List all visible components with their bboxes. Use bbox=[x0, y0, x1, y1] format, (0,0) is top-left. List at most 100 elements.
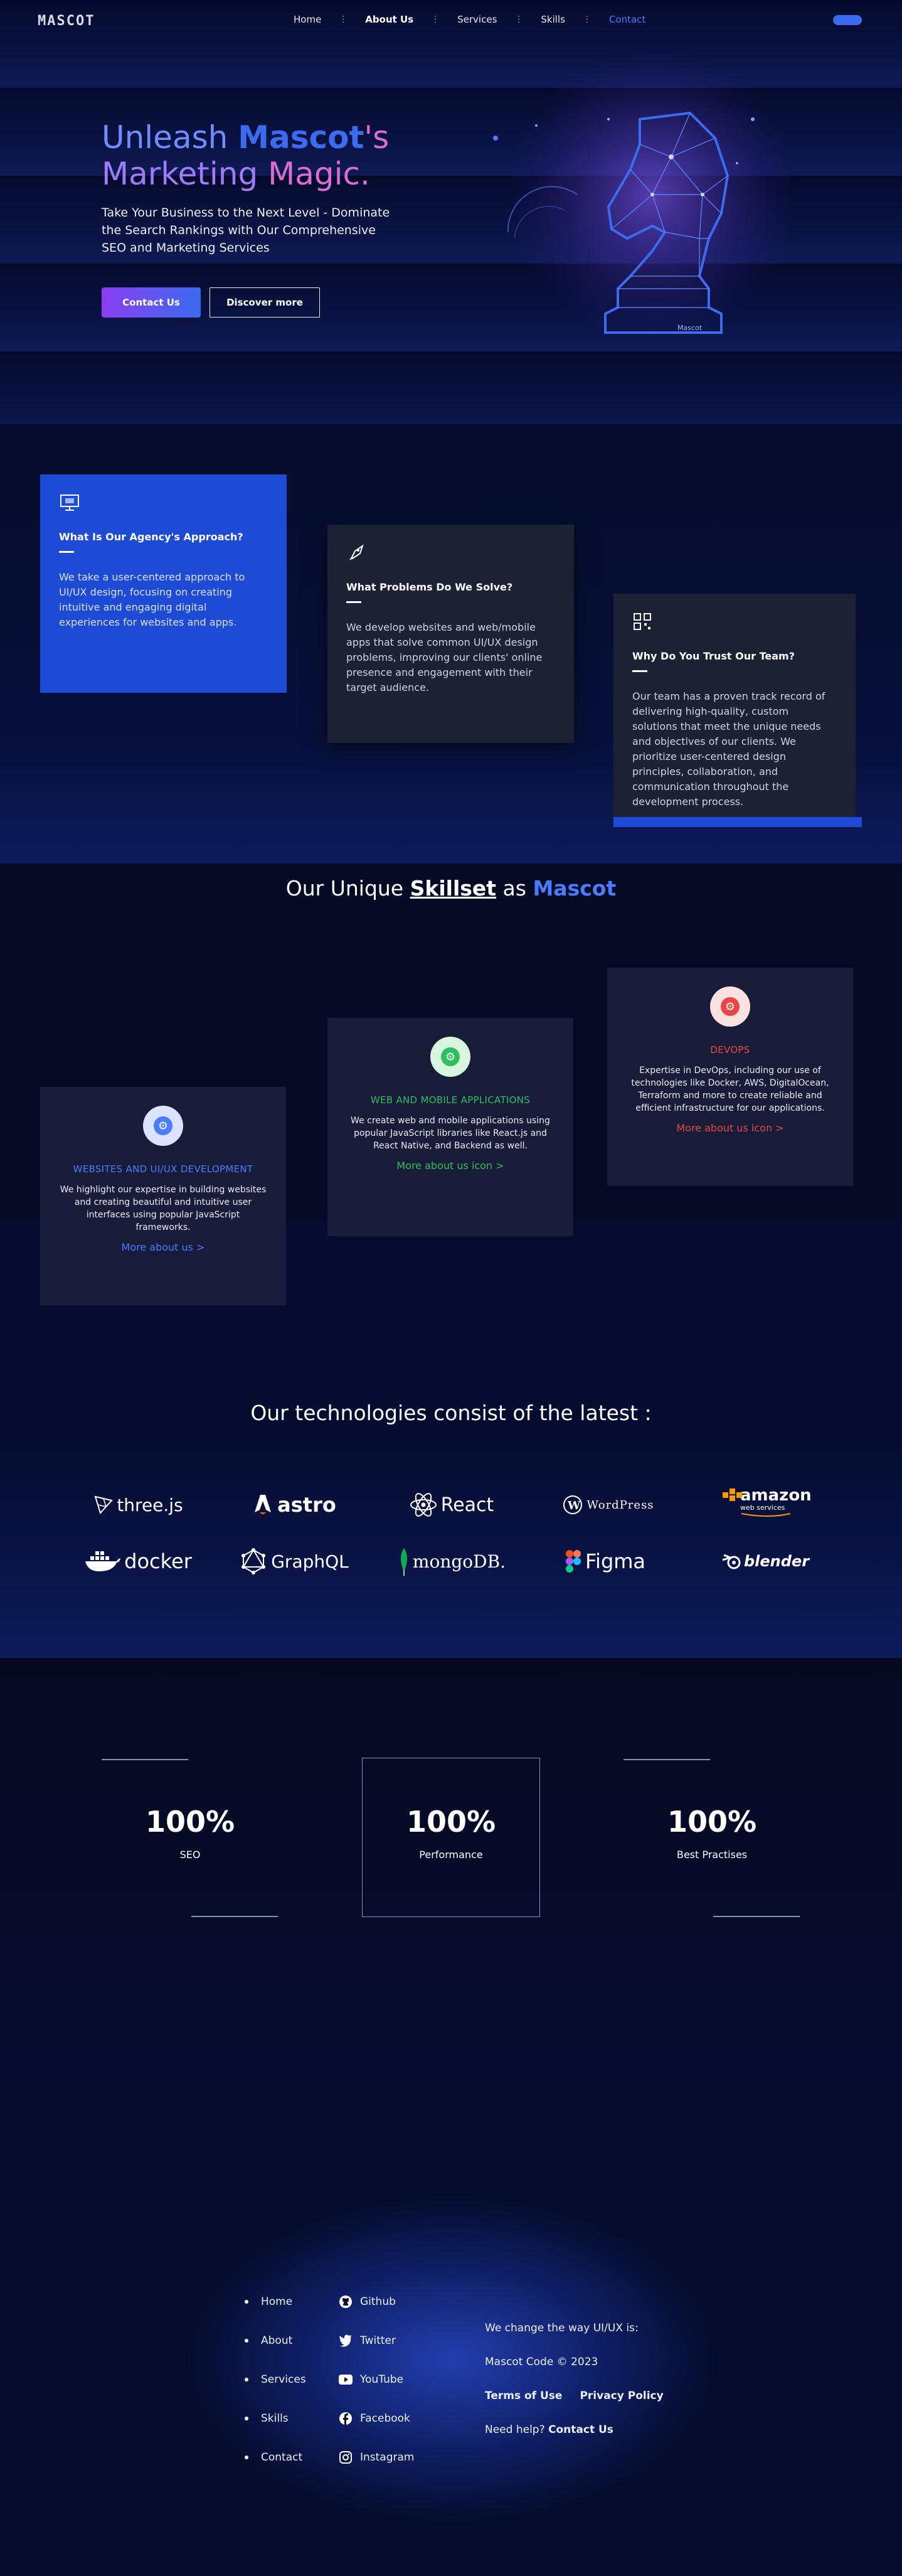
footer-link-about[interactable]: About bbox=[245, 2321, 306, 2360]
page: MASCOT Home ⋮ About Us ⋮ Services ⋮ Skil… bbox=[0, 0, 902, 2576]
social-instagram[interactable]: Instagram bbox=[339, 2438, 415, 2477]
nav-home[interactable]: Home bbox=[276, 14, 339, 25]
nav-menu: Home ⋮ About Us ⋮ Services ⋮ Skills ⋮ Co… bbox=[276, 14, 663, 25]
help-label: Need help? bbox=[485, 2424, 545, 2436]
social-label: Github bbox=[360, 2295, 396, 2308]
skillset-title-part: Our Unique bbox=[285, 876, 410, 901]
social-label: Instagram bbox=[360, 2451, 415, 2464]
graphql-label: GraphQL bbox=[271, 1551, 349, 1572]
social-youtube[interactable]: YouTube bbox=[339, 2360, 415, 2399]
approach-card-text: Our team has a proven track record of de… bbox=[632, 690, 825, 808]
bullet bbox=[245, 2300, 248, 2304]
docker-label: docker bbox=[124, 1549, 192, 1573]
footer-link-skills[interactable]: Skills bbox=[245, 2399, 306, 2438]
instagram-icon bbox=[339, 2450, 353, 2464]
react-label: React bbox=[440, 1494, 494, 1516]
hero-title-part: Unleash bbox=[102, 119, 238, 156]
aws-cubes-icon bbox=[723, 1488, 742, 1501]
social-label: Twitter bbox=[360, 2334, 396, 2347]
approach-card-3: Why Do You Trust Our Team? Our team has … bbox=[613, 594, 856, 817]
nav-services[interactable]: Services bbox=[440, 14, 514, 25]
contact-us-button[interactable]: Contact Us bbox=[102, 287, 201, 318]
approach-card-3-shadow bbox=[613, 817, 862, 827]
github-icon bbox=[339, 2295, 353, 2309]
social-github[interactable]: Github bbox=[339, 2282, 415, 2321]
terms-link[interactable]: Terms of Use bbox=[485, 2390, 562, 2402]
figma-logo: Figma bbox=[555, 1542, 655, 1580]
skill-card-web: ⚙ WEBSITES AND UI/UX DEVELOPMENT We high… bbox=[40, 1087, 286, 1305]
qr-icon bbox=[634, 613, 651, 630]
hero-title-part: 's bbox=[364, 119, 390, 156]
tech-title: Our technologies consist of the latest : bbox=[250, 1401, 652, 1425]
skillset-title-part: as bbox=[496, 876, 533, 901]
approach-card-title: What Is Our Agency's Approach? bbox=[59, 531, 243, 543]
footer-link-label: Services bbox=[261, 2373, 306, 2386]
nav-skills[interactable]: Skills bbox=[523, 14, 583, 25]
stat-divider bbox=[623, 1759, 710, 1760]
approach-card-2: What Problems Do We Solve? We develop we… bbox=[327, 525, 574, 743]
skill-card-text: We highlight our expertise in building w… bbox=[60, 1185, 267, 1232]
blender-icon bbox=[722, 1554, 741, 1569]
nav-contact[interactable]: Contact bbox=[592, 14, 663, 25]
nav-about[interactable]: About Us bbox=[348, 14, 431, 25]
blender-label: blender bbox=[743, 1553, 810, 1570]
skillset-title: Our Unique Skillset as Mascot bbox=[0, 876, 902, 901]
monitor-icon bbox=[60, 494, 79, 511]
discover-more-button[interactable]: Discover more bbox=[210, 287, 320, 318]
chess-knight-illustration: Mascot bbox=[493, 50, 790, 339]
wordpress-icon: W bbox=[563, 1495, 583, 1514]
footer-links: Home About Services Skills Contact bbox=[245, 2282, 306, 2477]
aws-sublabel: web services bbox=[740, 1504, 785, 1512]
skill-card-title: DEVOPS bbox=[710, 1044, 750, 1056]
youtube-icon bbox=[339, 2373, 353, 2386]
stat-value: 100% bbox=[145, 1805, 235, 1839]
menu-toggle-button[interactable] bbox=[833, 15, 862, 25]
skill-card-link[interactable]: More about us > bbox=[40, 1241, 286, 1253]
footer-link-home[interactable]: Home bbox=[245, 2282, 306, 2321]
social-twitter[interactable]: Twitter bbox=[339, 2321, 415, 2360]
stat-divider bbox=[102, 1759, 188, 1760]
mongodb-logo: mongoDB. bbox=[389, 1542, 514, 1580]
hero-art-label: Mascot bbox=[677, 324, 703, 332]
footer-help: Need help? Contact Us bbox=[485, 2424, 664, 2436]
docker-logo: docker bbox=[75, 1542, 201, 1580]
aws-smile-icon bbox=[741, 1513, 791, 1517]
approach-card-title: What Problems Do We Solve? bbox=[346, 581, 513, 593]
threejs-logo: three.js bbox=[88, 1486, 188, 1524]
title-underline bbox=[632, 670, 647, 672]
bullet bbox=[245, 2417, 248, 2420]
mongodb-label: mongoDB. bbox=[412, 1551, 506, 1572]
bullet bbox=[245, 2339, 248, 2343]
skill-card-link[interactable]: More about us icon > bbox=[327, 1160, 573, 1172]
footer-copyright: Mascot Code © 2023 bbox=[485, 2356, 598, 2368]
skill-card-text: We create web and mobile applications us… bbox=[351, 1116, 550, 1151]
logo[interactable]: MASCOT bbox=[38, 13, 95, 29]
bullet bbox=[245, 2378, 248, 2381]
footer-social: Github Twitter YouTube Facebook Instagra… bbox=[339, 2282, 415, 2477]
approach-card-title: Why Do You Trust Our Team? bbox=[632, 650, 795, 662]
twitter-icon bbox=[339, 2334, 353, 2348]
skill-card-title: WEB AND MOBILE APPLICATIONS bbox=[370, 1094, 531, 1106]
react-logo: React bbox=[401, 1486, 502, 1524]
footer-link-label: Home bbox=[261, 2295, 293, 2308]
skill-card-apps: ⚙ WEB AND MOBILE APPLICATIONS We create … bbox=[327, 1018, 573, 1236]
stat-value: 100% bbox=[667, 1805, 757, 1839]
approach-card-1: What Is Our Agency's Approach? We take a… bbox=[40, 474, 287, 693]
stat-best-practises: 100% Best Practises bbox=[621, 1805, 803, 1861]
skill-icon-circle: ⚙ bbox=[430, 1037, 470, 1077]
skill-icon-circle: ⚙ bbox=[710, 986, 750, 1027]
help-contact-link[interactable]: Contact Us bbox=[548, 2424, 613, 2436]
graphql-icon bbox=[241, 1548, 266, 1574]
privacy-link[interactable]: Privacy Policy bbox=[580, 2390, 663, 2402]
footer-link-services[interactable]: Services bbox=[245, 2360, 306, 2399]
social-facebook[interactable]: Facebook bbox=[339, 2399, 415, 2438]
astro-label: astro bbox=[277, 1493, 336, 1517]
svg-text:W: W bbox=[567, 1499, 581, 1512]
stat-divider bbox=[713, 1916, 800, 1917]
threejs-label: three.js bbox=[117, 1494, 183, 1515]
docker-icon bbox=[85, 1551, 121, 1571]
stat-seo: 100% SEO bbox=[99, 1805, 281, 1861]
footer-link-contact[interactable]: Contact bbox=[245, 2438, 306, 2477]
skill-card-link[interactable]: More about us icon > bbox=[607, 1122, 853, 1134]
gear-icon: ⚙ bbox=[154, 1116, 172, 1135]
